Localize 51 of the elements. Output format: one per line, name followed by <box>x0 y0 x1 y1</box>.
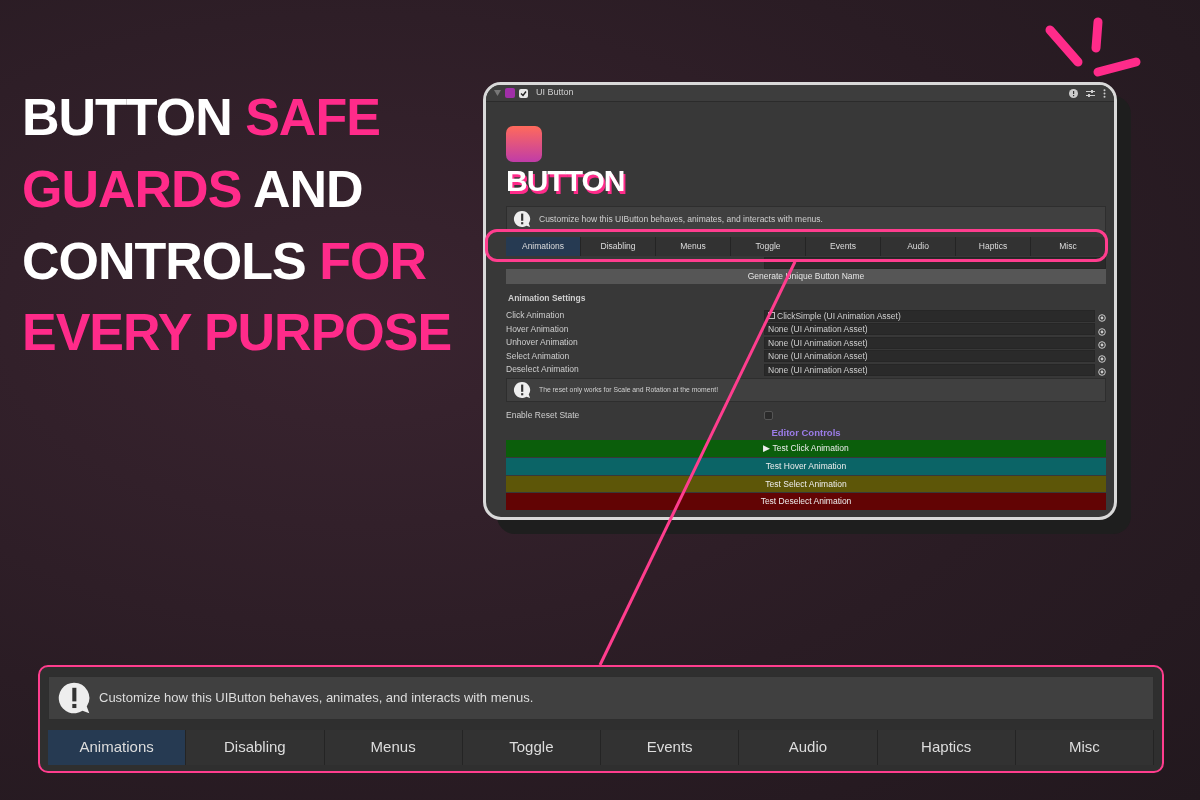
tab[interactable]: Disabling <box>581 237 656 256</box>
app-logo-icon <box>506 126 542 162</box>
tab[interactable]: Toggle <box>731 237 806 256</box>
info-message: Customize how this UIButton behaves, animates, and interacts with menus. <box>539 212 823 226</box>
asset-icon <box>768 312 775 319</box>
field-label: Select Animation <box>506 349 571 363</box>
info-icon <box>513 381 531 400</box>
test-button[interactable]: Test Hover Animation <box>506 457 1106 475</box>
object-field[interactable]: None (UI Animation Asset) <box>764 323 1095 335</box>
tab[interactable]: Haptics <box>956 237 1031 256</box>
field-label: Hover Animation <box>506 322 570 336</box>
tab[interactable]: Disabling <box>186 730 325 765</box>
headline: BUTTON SAFE GUARDS AND CONTROLS FOR EVERY PURPOSE <box>22 87 453 364</box>
test-button[interactable]: ▶ Test Click Animation <box>506 440 1106 457</box>
field-label: Enable Reset State <box>506 408 581 422</box>
tab[interactable]: Events <box>806 237 881 256</box>
checkbox[interactable] <box>764 410 773 420</box>
tab[interactable]: Misc <box>1031 237 1106 256</box>
section-title: Editor Controls <box>770 425 842 440</box>
field-label: Click Animation <box>506 309 566 322</box>
object-field[interactable]: ClickSimple (UI Animation Asset) <box>764 309 1095 322</box>
info-icon <box>513 210 531 228</box>
object-field[interactable]: None (UI Animation Asset) <box>764 363 1095 376</box>
component-title: UI Button <box>536 86 574 100</box>
logo-text: BUTTON <box>506 166 626 196</box>
tab[interactable]: Events <box>601 730 740 765</box>
field-label: Deselect Animation <box>506 363 580 376</box>
help-icon[interactable] <box>1069 88 1078 98</box>
tab[interactable]: Misc <box>1015 730 1154 765</box>
more-icon[interactable] <box>1103 88 1106 98</box>
object-field[interactable]: None (UI Animation Asset) <box>764 350 1095 362</box>
test-button[interactable]: Test Select Animation <box>506 475 1106 493</box>
tab[interactable]: Animations <box>48 730 187 765</box>
tab[interactable]: Audio <box>881 237 956 256</box>
info-message: Customize how this UIButton behaves, animates, and interacts with menus. <box>99 689 534 708</box>
sliders-icon[interactable] <box>1086 88 1095 98</box>
component-icon <box>505 88 515 98</box>
test-button[interactable]: Test Deselect Animation <box>506 493 1106 510</box>
tab[interactable]: Toggle <box>462 730 601 765</box>
tab[interactable]: Audio <box>739 730 878 765</box>
tab[interactable]: Menus <box>656 237 731 256</box>
sparkle-icon <box>1045 17 1141 77</box>
collapse-arrow-icon[interactable] <box>494 90 501 96</box>
field-label: Unhover Animation <box>506 336 579 349</box>
object-field[interactable]: None (UI Animation Asset) <box>764 336 1095 349</box>
tab[interactable]: Animations <box>506 237 581 256</box>
enabled-checkbox[interactable] <box>519 88 528 98</box>
info-icon <box>57 681 91 715</box>
tab[interactable]: Haptics <box>877 730 1016 765</box>
tab[interactable]: Menus <box>324 730 463 765</box>
section-title: Animation Settings <box>507 292 587 305</box>
